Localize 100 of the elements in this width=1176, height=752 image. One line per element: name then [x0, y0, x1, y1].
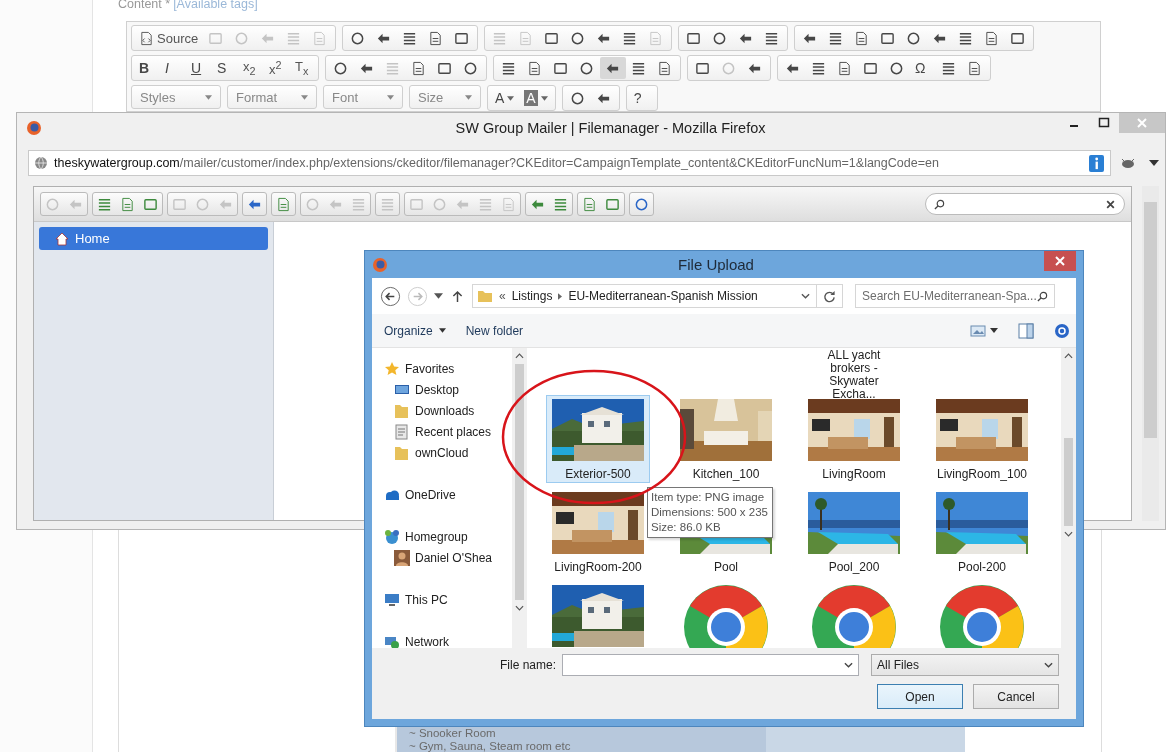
folder-icon — [394, 444, 410, 461]
scroll-thumb[interactable] — [1064, 438, 1073, 526]
file-item[interactable]: Pool-200 — [930, 488, 1034, 576]
scroll-thumb[interactable] — [1144, 202, 1157, 438]
scrollbar[interactable] — [1061, 348, 1076, 648]
folder-icon — [394, 402, 410, 419]
file-item[interactable]: Pool_200 — [802, 488, 906, 576]
scrollbar[interactable] — [512, 348, 527, 648]
scroll-down-icon[interactable] — [515, 605, 524, 611]
nav-item[interactable]: Favorites — [384, 358, 512, 379]
up-arrow-icon[interactable] — [452, 289, 463, 303]
help-icon[interactable] — [1054, 322, 1070, 339]
caret-icon[interactable] — [990, 328, 998, 333]
toolbar-button[interactable]: S — [212, 57, 238, 79]
toolbar-button[interactable]: I — [160, 57, 186, 79]
back-icon[interactable] — [380, 285, 401, 307]
file-item[interactable]: Kitchen_100 — [674, 395, 778, 483]
file-item[interactable]: LivingRoom_100 — [930, 395, 1034, 483]
dialog-title: File Upload — [677, 256, 755, 273]
chevron-icon — [558, 292, 563, 300]
lines-icon — [351, 196, 366, 212]
url-field[interactable]: theskywatergroup.com/mailer/customer/index.php/extensions/ckeditor/filemanager?CKEditor=CampaignTemplate_content&CKEditorFuncNum=1&langCode=en — [28, 150, 1111, 176]
pane-icon[interactable] — [1018, 322, 1034, 339]
nav-item[interactable]: OneDrive — [384, 484, 512, 505]
circle-icon — [712, 30, 728, 46]
toolbar-button[interactable]: Source — [134, 27, 204, 49]
square-icon — [880, 30, 896, 46]
file-name: ALL yacht brokers - Skywater Excha... — [826, 349, 882, 401]
page-icon — [854, 30, 870, 46]
globe-icon — [34, 156, 48, 170]
circle-icon — [350, 30, 366, 46]
command-button[interactable]: Organize — [380, 320, 450, 341]
square-icon — [605, 196, 620, 212]
toolbar-button[interactable]: A — [519, 87, 553, 109]
file-item[interactable]: Exterior-500 — [546, 395, 650, 483]
toolbar-button[interactable]: A — [490, 87, 520, 109]
chevron-down-icon[interactable] — [844, 662, 853, 668]
tree-item[interactable]: Home — [39, 227, 268, 250]
toolbar-button[interactable]: x$_{2}$ — [238, 57, 264, 79]
square-icon — [553, 60, 568, 76]
tooltip-text: Item type: PNG image — [651, 490, 766, 505]
lines-icon — [958, 30, 974, 46]
address-field[interactable]: « Listings EU-Mediterranean-Spanish Mission — [472, 284, 817, 308]
scroll-up-icon[interactable] — [1064, 353, 1073, 359]
nav-item[interactable]: Network — [384, 631, 512, 648]
square-icon — [686, 30, 702, 46]
scroll-down-icon[interactable] — [1064, 531, 1073, 537]
nav-item[interactable]: ownCloud — [384, 442, 512, 463]
open-button[interactable]: Open — [877, 684, 963, 709]
toolbar-button[interactable]: x$^{2}$ — [264, 57, 290, 79]
lines-icon — [828, 30, 844, 46]
circle-icon — [195, 196, 210, 212]
caret-icon — [465, 94, 472, 100]
caret-icon[interactable] — [434, 293, 443, 299]
info-icon[interactable] — [1089, 154, 1104, 172]
nav-item[interactable]: This PC — [384, 589, 512, 610]
clear-icon[interactable] — [1105, 198, 1116, 210]
toolbar-button[interactable]: U — [186, 57, 212, 79]
circle-icon — [634, 196, 649, 212]
caret-icon — [301, 94, 308, 100]
search-icon — [1037, 290, 1048, 302]
toolbar-button[interactable] — [600, 57, 626, 79]
cancel-button[interactable]: Cancel — [973, 684, 1059, 709]
circle-icon — [463, 60, 478, 76]
page-icon — [501, 196, 516, 212]
page-icon — [527, 60, 542, 76]
toolbar-button[interactable]: T$_{x}$ — [290, 57, 316, 79]
scroll-thumb[interactable] — [515, 364, 524, 600]
close-icon[interactable] — [1044, 251, 1076, 271]
circle-icon — [333, 60, 348, 76]
file-item[interactable]: LivingRoom-200 — [546, 488, 650, 576]
search-field[interactable]: Search EU-Mediterranean-Spa... — [855, 284, 1055, 308]
toolbar-button[interactable]: B — [134, 57, 160, 79]
bug-icon[interactable] — [1119, 156, 1137, 170]
lines-icon — [941, 60, 956, 76]
nav-item[interactable]: Homegroup — [384, 526, 512, 547]
nav-item[interactable]: Daniel O'Shea — [384, 547, 512, 568]
lines-icon — [553, 196, 568, 212]
refresh-button[interactable] — [817, 284, 843, 308]
lines-icon — [402, 30, 418, 46]
caret-icon — [540, 95, 548, 101]
command-button[interactable]: New folder — [461, 320, 528, 341]
search-field[interactable] — [925, 193, 1125, 215]
toolbar-button[interactable]: Ω — [910, 57, 936, 79]
field-label: File name: — [499, 658, 556, 672]
scroll-up-icon[interactable] — [515, 353, 524, 359]
scrollbar[interactable] — [1142, 186, 1159, 521]
page-icon — [411, 60, 426, 76]
page-icon — [428, 30, 444, 46]
circle-icon — [889, 60, 904, 76]
nav-item[interactable]: Recent places — [384, 421, 512, 442]
lines-icon — [97, 196, 112, 212]
file-type-dropdown[interactable]: All Files — [871, 654, 1059, 676]
chevron-down-icon[interactable] — [801, 293, 810, 299]
file-name-field[interactable] — [562, 654, 859, 676]
nav-item[interactable]: Downloads — [384, 400, 512, 421]
square-icon — [172, 196, 187, 212]
nav-item[interactable]: Desktop — [384, 379, 512, 400]
lines-icon — [385, 60, 400, 76]
caret-icon[interactable] — [1149, 160, 1159, 166]
